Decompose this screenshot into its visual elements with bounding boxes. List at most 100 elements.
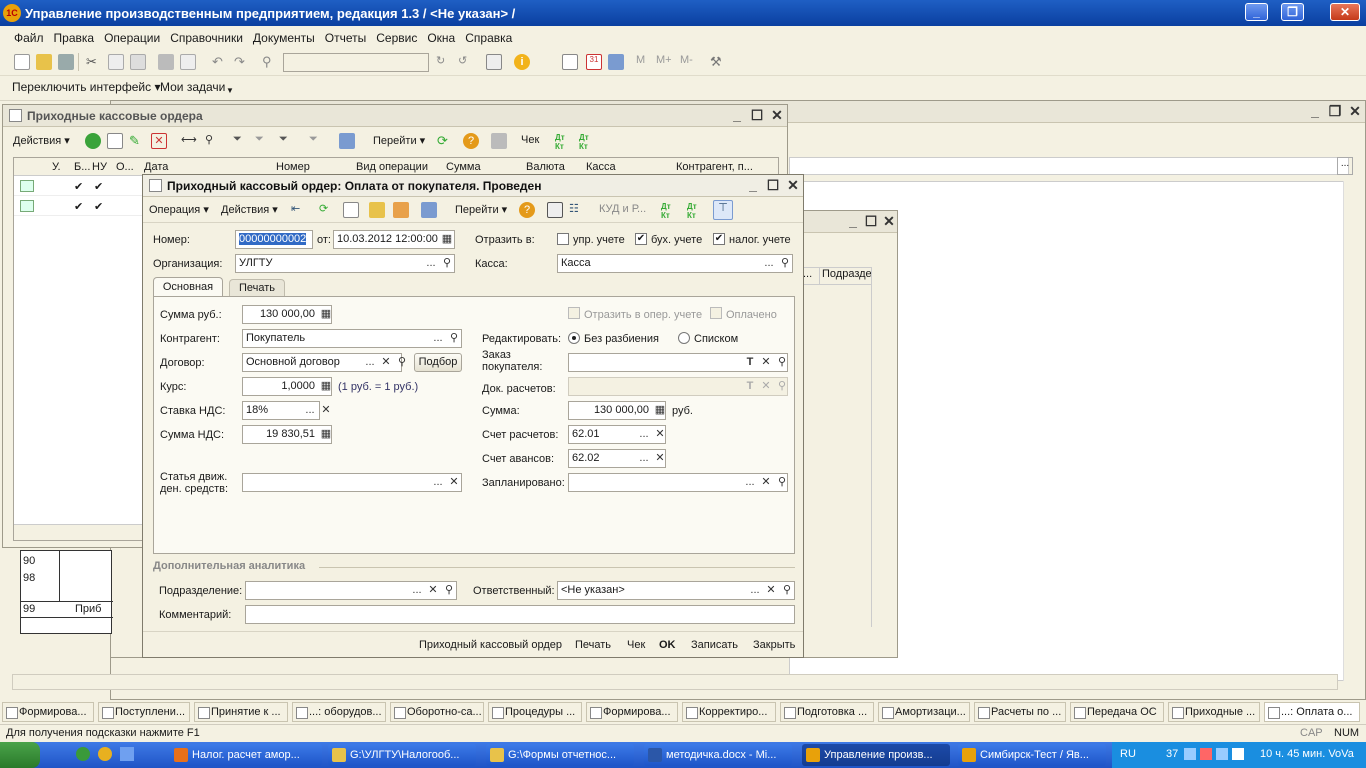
- memory-plus-icon[interactable]: M+: [656, 54, 678, 70]
- cut-icon[interactable]: ✂: [86, 54, 102, 70]
- cash-select-button[interactable]: ...: [761, 255, 777, 272]
- filter-clear-icon[interactable]: ⏷: [255, 133, 271, 149]
- calculator-icon[interactable]: ▦: [318, 378, 334, 395]
- vat-rate-select-button[interactable]: ...: [302, 402, 318, 419]
- dept-select-button[interactable]: ...: [409, 582, 425, 599]
- col-number[interactable]: Номер: [276, 161, 310, 173]
- win-task-item[interactable]: Симбирск-Тест / Яв...: [958, 744, 1106, 766]
- contract-select-button[interactable]: ...: [362, 354, 378, 371]
- preview-icon[interactable]: [180, 54, 196, 70]
- calculator-icon[interactable]: ▦: [318, 426, 334, 443]
- copy-row-icon[interactable]: [107, 133, 123, 149]
- search-icon[interactable]: ⚲: [777, 255, 793, 272]
- menu-edit[interactable]: Правка: [54, 31, 95, 45]
- close-icon[interactable]: ✕: [785, 177, 801, 194]
- win-task-item[interactable]: Налог. расчет амор...: [170, 744, 322, 766]
- win-task-item[interactable]: G:\Формы отчетнос...: [486, 744, 634, 766]
- print-form-button[interactable]: Приходный кассовый ордер: [419, 639, 562, 651]
- reflect-oper-checkbox[interactable]: [568, 307, 580, 319]
- list-goto-menu[interactable]: Перейти ▾: [373, 134, 425, 147]
- search-icon[interactable]: ⚲: [774, 378, 790, 395]
- calendar-icon[interactable]: 31: [586, 54, 602, 70]
- clear-icon[interactable]: ✕: [758, 474, 774, 491]
- task-item[interactable]: Расчеты по ...: [974, 702, 1066, 722]
- col-nu[interactable]: НУ: [92, 161, 107, 173]
- add-icon[interactable]: [85, 133, 101, 149]
- background-field[interactable]: [789, 157, 1349, 175]
- help-icon[interactable]: ?: [519, 202, 535, 218]
- menu-reports[interactable]: Отчеты: [325, 31, 366, 45]
- number-field[interactable]: 00000000002: [235, 230, 313, 249]
- search-icon[interactable]: ⚲: [441, 582, 457, 599]
- table-icon[interactable]: [547, 202, 563, 218]
- task-item[interactable]: Корректиро...: [682, 702, 776, 722]
- org-field[interactable]: УЛГТУ: [235, 254, 455, 273]
- help-icon[interactable]: ?: [463, 133, 479, 149]
- info-icon[interactable]: i: [514, 54, 530, 70]
- task-item[interactable]: Поступлени...: [98, 702, 190, 722]
- chrome-icon[interactable]: [98, 747, 112, 761]
- task-item[interactable]: Передача ОС: [1070, 702, 1164, 722]
- calculator-icon[interactable]: [562, 54, 578, 70]
- comment-field[interactable]: [245, 605, 795, 624]
- close-icon[interactable]: ✕: [769, 107, 785, 124]
- start-button[interactable]: [0, 742, 40, 768]
- reflect-acc-checkbox[interactable]: ✔: [635, 233, 647, 245]
- calculator-icon[interactable]: ▦: [652, 402, 668, 419]
- check-button[interactable]: Чек: [627, 639, 645, 651]
- type-icon[interactable]: T: [742, 378, 758, 395]
- list-actions-menu[interactable]: Действия ▾: [13, 134, 70, 147]
- close-button[interactable]: Закрыть: [753, 639, 795, 651]
- search-icon[interactable]: ⚲: [774, 474, 790, 491]
- menu-documents[interactable]: Документы: [253, 31, 315, 45]
- tools-icon[interactable]: ⚒: [710, 54, 726, 70]
- restore-button[interactable]: ❐: [1281, 3, 1304, 21]
- my-tasks-button[interactable]: Мои задачи: [160, 80, 225, 94]
- list-icon[interactable]: ☷: [569, 202, 585, 218]
- menu-windows[interactable]: Окна: [427, 31, 455, 45]
- find-icon[interactable]: ⚲: [205, 133, 221, 149]
- date-field[interactable]: 10.03.2012 12:00:00: [333, 230, 455, 249]
- col-currency[interactable]: Валюта: [526, 161, 565, 173]
- search-icon[interactable]: ⚲: [262, 54, 278, 70]
- print-icon[interactable]: [158, 54, 174, 70]
- middle-scrollbar[interactable]: [871, 267, 885, 627]
- chevron-down-icon[interactable]: ▼: [226, 86, 234, 95]
- doc-goto-menu[interactable]: Перейти ▾: [455, 203, 507, 216]
- win-task-item[interactable]: методичка.docx - Mi...: [644, 744, 792, 766]
- print-icon[interactable]: [491, 133, 507, 149]
- lang-indicator[interactable]: RU: [1120, 748, 1136, 760]
- reread-icon[interactable]: ⟳: [319, 202, 335, 218]
- memory-m-icon[interactable]: M: [636, 54, 652, 70]
- cashflow-field[interactable]: [242, 473, 462, 492]
- task-item-active[interactable]: ...: Оплата о...: [1264, 702, 1360, 722]
- search-input[interactable]: [283, 53, 429, 72]
- paid-checkbox[interactable]: [710, 307, 722, 319]
- minimize-icon[interactable]: _: [729, 107, 745, 123]
- post-close-icon[interactable]: ⇤: [291, 202, 307, 218]
- menu-service[interactable]: Сервис: [376, 31, 417, 45]
- clear-icon[interactable]: ✕: [763, 582, 779, 599]
- clear-icon[interactable]: ✕: [425, 582, 441, 599]
- close-icon[interactable]: ✕: [881, 213, 897, 230]
- calendar-icon[interactable]: ▦: [439, 231, 455, 248]
- dt-kt-icon[interactable]: Дт Кт: [661, 202, 677, 220]
- task-item[interactable]: Амортизаци...: [878, 702, 970, 722]
- copy-doc-icon[interactable]: [343, 202, 359, 218]
- warning-icon[interactable]: [1200, 748, 1212, 760]
- counterparty-select-button[interactable]: ...: [430, 330, 446, 347]
- col-operation[interactable]: Вид операции: [356, 161, 428, 173]
- maximize-icon[interactable]: ☐: [765, 177, 781, 194]
- close-icon[interactable]: ✕: [1347, 103, 1363, 120]
- no-split-radio[interactable]: [568, 332, 580, 344]
- task-item[interactable]: Формирова...: [2, 702, 94, 722]
- task-item[interactable]: Приходные ...: [1168, 702, 1260, 722]
- save-icon[interactable]: [58, 54, 74, 70]
- network-icon[interactable]: [1184, 748, 1196, 760]
- clear-icon[interactable]: ✕: [318, 402, 334, 419]
- structure-icon[interactable]: [339, 133, 355, 149]
- menu-help[interactable]: Справка: [465, 31, 512, 45]
- search-icon[interactable]: ⚲: [779, 582, 795, 599]
- resp-select-button[interactable]: ...: [747, 582, 763, 599]
- background-scrollbar[interactable]: [1343, 181, 1357, 681]
